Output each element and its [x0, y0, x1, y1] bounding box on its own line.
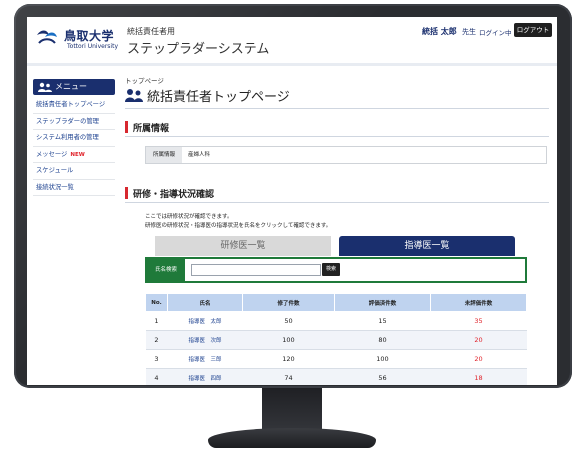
evaluated-count: 100 [334, 349, 431, 369]
sidebar-menu-header: メニュー [33, 79, 115, 95]
breadcrumb[interactable]: トップページ [125, 75, 164, 85]
evaluated-count: 80 [334, 330, 431, 350]
section-description: ここでは研修状況が確認できます。 [145, 214, 233, 220]
sidebar-item-label: 統括責任者トップページ [36, 101, 106, 108]
affiliation-label: 所属情報 [146, 147, 182, 163]
new-badge: NEW [70, 151, 85, 158]
evaluated-count: 56 [334, 368, 431, 385]
sidebar-item-label: 接続状況一覧 [36, 183, 74, 191]
affiliation-value: 産婦人科 [188, 152, 211, 158]
search-button[interactable]: 検索 [322, 263, 340, 276]
training-section-title: 研修・指導状況確認 [133, 190, 215, 200]
instructor-table: No. 氏名 修了件数 評価済件数 未評価件数 1 指導医 太郎 50 15 3… [145, 293, 527, 385]
completed-count: 74 [242, 368, 335, 385]
evaluated-count: 15 [334, 311, 431, 331]
name-search-input[interactable] [191, 264, 321, 276]
table-row: 3 指導医 三郎 120 100 20 [145, 349, 527, 369]
section-marker [125, 121, 128, 133]
col-header-unevaluated: 未評価件数 [430, 293, 527, 312]
tab-resident-list[interactable]: 研修医一覧 [155, 236, 331, 256]
monitor-screen: 鳥取大学 Tottori University 統括責任者用 ステップラダーシス… [27, 17, 557, 385]
completed-count: 120 [242, 349, 335, 369]
instructor-name-link[interactable]: 指導医 太郎 [167, 311, 243, 331]
sidebar-item-label: メッセージ [36, 150, 68, 158]
sidebar-item-users[interactable]: システム利用者の管理 [33, 130, 115, 147]
sidebar-item-stepladder[interactable]: ステップラダーの管理 [33, 114, 115, 130]
instructor-name-link[interactable]: 指導医 次郎 [167, 330, 243, 350]
unevaluated-count: 18 [430, 368, 527, 385]
row-no: 3 [145, 349, 168, 369]
col-header-completed: 修了件数 [242, 293, 335, 312]
table-row: 4 指導医 四郎 74 56 18 [145, 368, 527, 385]
sidebar-item-label: ステップラダーの管理 [36, 117, 99, 125]
user-name: 統括 太郎 [422, 27, 457, 36]
login-status: ログイン中 [479, 29, 512, 37]
col-header-evaluated: 評価済件数 [334, 293, 431, 312]
unevaluated-count: 20 [430, 330, 527, 350]
title-divider [125, 108, 549, 109]
instructor-name-link[interactable]: 指導医 三郎 [167, 349, 243, 369]
system-subtitle: 統括責任者用 [127, 27, 175, 36]
section-description: 研修医の研修状況・指導医の指導状況を氏名をクリックして確認できます。 [145, 223, 332, 229]
university-name: 鳥取大学 [64, 29, 115, 43]
university-logo-icon [37, 30, 57, 44]
instructor-name-link[interactable]: 指導医 四郎 [167, 368, 243, 385]
table-row: 2 指導医 次郎 100 80 20 [145, 330, 527, 350]
tab-instructor-list[interactable]: 指導医一覧 [339, 236, 515, 256]
sidebar-nav: 統括責任者トップページ ステップラダーの管理 システム利用者の管理 メッセージ N… [33, 97, 115, 196]
users-icon [125, 89, 143, 102]
section-divider [125, 202, 549, 203]
section-marker [125, 187, 128, 199]
unevaluated-count: 35 [430, 311, 527, 331]
search-label: 氏名検索 [147, 259, 185, 281]
col-header-no: No. [145, 293, 168, 312]
completed-count: 100 [242, 330, 335, 350]
sidebar-item-label: スケジュール [36, 167, 74, 174]
table-row: 1 指導医 太郎 50 15 35 [145, 311, 527, 331]
site-header: 鳥取大学 Tottori University 統括責任者用 ステップラダーシス… [27, 17, 557, 64]
page-title: 統括責任者トップページ [147, 90, 290, 105]
sidebar-item-label: システム利用者の管理 [36, 134, 99, 141]
system-title: ステップラダーシステム [127, 42, 270, 57]
completed-count: 50 [242, 311, 335, 331]
users-icon [38, 82, 52, 92]
sidebar-item-connections[interactable]: 接続状況一覧 [33, 180, 115, 196]
affiliation-info: 所属情報 産婦人科 [145, 146, 547, 164]
sidebar-item-schedule[interactable]: スケジュール [33, 163, 115, 180]
user-honorific: 先生 [462, 28, 476, 36]
sidebar-item-top-page[interactable]: 統括責任者トップページ [33, 97, 115, 114]
affiliation-section-title: 所属情報 [133, 124, 170, 134]
name-search-bar: 氏名検索 検索 [145, 257, 527, 283]
col-header-name: 氏名 [167, 293, 243, 312]
section-divider [125, 136, 549, 137]
logout-button[interactable]: ログアウト [514, 23, 552, 37]
monitor-base [208, 428, 376, 448]
header-divider [27, 63, 557, 66]
table-header-row: No. 氏名 修了件数 評価済件数 未評価件数 [145, 293, 527, 312]
sidebar-menu-title: メニュー [55, 82, 87, 91]
monitor-neck [262, 388, 322, 432]
unevaluated-count: 20 [430, 349, 527, 369]
university-name-en: Tottori University [67, 43, 118, 50]
row-no: 2 [145, 330, 168, 350]
row-no: 4 [145, 368, 168, 385]
row-no: 1 [145, 311, 168, 331]
sidebar-item-messages[interactable]: メッセージ NEW [33, 147, 115, 163]
